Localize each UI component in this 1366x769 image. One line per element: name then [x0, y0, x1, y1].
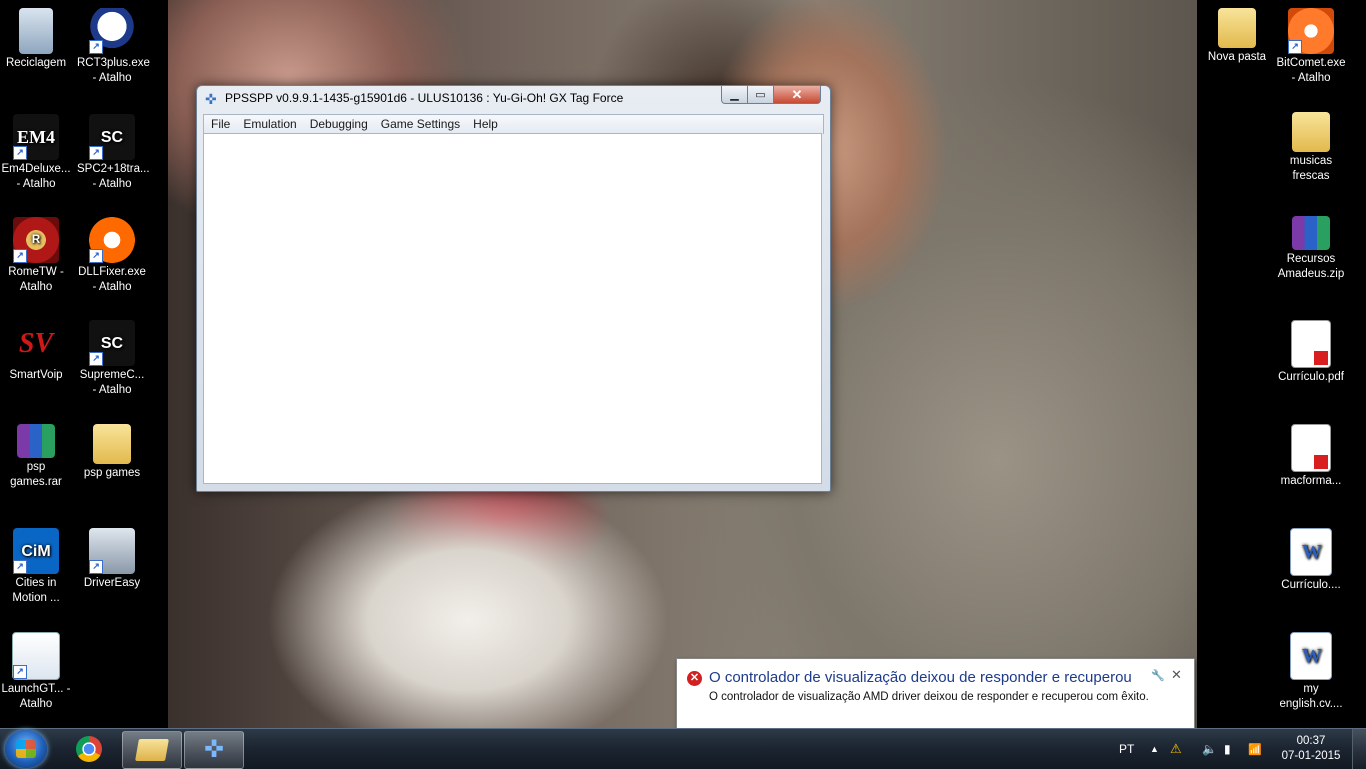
window-title: PPSSPP v0.9.9.1-1435-g15901d6 - ULUS1013… — [225, 91, 624, 105]
clock[interactable]: 00:37 07-01-2015 — [1274, 734, 1348, 764]
shortcut-arrow-icon: ↗ — [13, 665, 27, 679]
desktop-icon-musicas-frescas[interactable]: musicas frescas — [1276, 112, 1346, 184]
windows-logo-icon — [16, 740, 36, 758]
sc2-icon: SC ↗ — [89, 320, 135, 366]
desktop-icon-reciclagem[interactable]: Reciclagem — [1, 8, 71, 71]
clock-time: 00:37 — [1296, 735, 1326, 747]
ppsspp-icon: ✜ — [205, 91, 217, 107]
show-hidden-icons-icon[interactable]: ▲ — [1150, 729, 1159, 769]
desktop-icon-rct3plus[interactable]: ↗ RCT3plus.exe - Atalho — [77, 8, 150, 86]
launcher-icon: ↗ — [12, 632, 60, 680]
ppsspp-icon: ✜ — [203, 736, 225, 763]
taskbar-chrome[interactable] — [60, 731, 118, 767]
desktop-icon-launchgt[interactable]: ↗ LaunchGT... - Atalho — [1, 632, 71, 712]
desktop-icon-macforma[interactable]: macforma... — [1276, 424, 1346, 489]
notification-message: O controlador de visualização AMD driver… — [709, 691, 1149, 703]
folder-icon — [1218, 8, 1256, 48]
word-doc-icon: W — [1290, 528, 1332, 576]
menu-bar: File Emulation Debugging Game Settings Help — [203, 114, 824, 134]
volume-icon[interactable]: 🔈 — [1202, 729, 1217, 769]
desktop-icon-dllfixer[interactable]: ↗ DLLFixer.exe - Atalho — [77, 217, 147, 295]
word-doc-icon: W — [1290, 632, 1332, 680]
taskbar-ppsspp[interactable]: ✜ — [184, 731, 244, 769]
chrome-icon — [76, 736, 102, 762]
recycle-bin-icon — [19, 8, 53, 54]
desktop-icon-cities-in-motion[interactable]: CiM ↗ Cities in Motion ... — [1, 528, 71, 606]
shortcut-arrow-icon: ↗ — [13, 560, 27, 574]
menu-emulation[interactable]: Emulation — [236, 115, 302, 131]
power-icon[interactable]: ▮ — [1224, 729, 1231, 769]
warning-icon[interactable]: ⚠ — [1170, 729, 1182, 769]
shortcut-arrow-icon: ↗ — [89, 249, 103, 263]
folder-icon — [93, 424, 131, 464]
menu-debugging[interactable]: Debugging — [303, 115, 374, 131]
desktop-icon-rometw[interactable]: R ↗ RomeTW - Atalho — [1, 217, 71, 295]
em4-icon: EM4 ↗ — [13, 114, 59, 160]
emulator-display[interactable] — [203, 133, 822, 484]
folder-icon — [1292, 112, 1330, 152]
maximize-button[interactable]: ▭ — [747, 86, 774, 104]
clock-date: 07-01-2015 — [1281, 750, 1341, 762]
wrench-icon[interactable]: 🔧 — [1151, 669, 1165, 682]
start-button[interactable] — [5, 730, 47, 768]
show-desktop-button[interactable] — [1352, 729, 1366, 769]
drivereasy-icon: ↗ — [89, 528, 135, 574]
rome-icon: R ↗ — [13, 217, 59, 263]
cities-in-motion-icon: CiM ↗ — [13, 528, 59, 574]
winrar-icon — [17, 424, 55, 458]
taskbar: ✜ PT ▲ ⚠ 🔈 ▮ 📶 00:37 07-01-2015 — [0, 728, 1366, 769]
winrar-icon — [1292, 216, 1330, 250]
menu-game-settings[interactable]: Game Settings — [374, 115, 466, 131]
smartvoip-icon: SV — [18, 327, 54, 359]
panda-icon: ↗ — [89, 8, 135, 54]
shortcut-arrow-icon: ↗ — [13, 249, 27, 263]
shortcut-arrow-icon: ↗ — [1288, 40, 1302, 54]
desktop-icon-psp-games[interactable]: psp games — [77, 424, 147, 481]
desktop-icon-nova-pasta[interactable]: Nova pasta — [1202, 8, 1272, 65]
pdf-icon — [1291, 424, 1331, 472]
shortcut-arrow-icon: ↗ — [89, 40, 103, 54]
minimize-icon: ▁ — [730, 89, 739, 101]
menu-file[interactable]: File — [204, 115, 236, 131]
desktop-icon-my-english-cv[interactable]: W my english.cv.... — [1276, 632, 1346, 712]
dllfixer-icon: ↗ — [89, 217, 135, 263]
shortcut-arrow-icon: ↗ — [13, 146, 27, 160]
desktop-icon-psp-games-rar[interactable]: psp games.rar — [1, 424, 71, 490]
notification-title: O controlador de visualização deixou de … — [709, 669, 1132, 686]
shortcut-arrow-icon: ↗ — [89, 352, 103, 366]
shortcut-arrow-icon: ↗ — [89, 146, 103, 160]
desktop-icon-drivereasy[interactable]: ↗ DriverEasy — [77, 528, 147, 591]
taskbar-explorer[interactable] — [122, 731, 182, 769]
shortcut-arrow-icon: ↗ — [89, 560, 103, 574]
desktop-icon-bitcomet[interactable]: ↗ BitComet.exe - Atalho — [1276, 8, 1346, 86]
desktop-icon-curriculo-doc[interactable]: W Currículo.... — [1276, 528, 1346, 593]
bitcomet-icon: ↗ — [1288, 8, 1334, 54]
desktop-icon-curriculo-pdf[interactable]: Currículo.pdf — [1276, 320, 1346, 385]
notification-balloon[interactable]: ✕ O controlador de visualização deixou d… — [676, 658, 1195, 729]
error-icon: ✕ — [687, 671, 702, 686]
ppsspp-window[interactable]: ✜ PPSSPP v0.9.9.1-1435-g15901d6 - ULUS10… — [196, 85, 831, 492]
notification-close-icon[interactable]: ✕ — [1171, 667, 1182, 683]
desktop-icon-spc2[interactable]: SC ↗ SPC2+18tra... - Atalho — [77, 114, 150, 192]
sc2-icon: SC ↗ — [89, 114, 135, 160]
desktop-icon-em4deluxe[interactable]: EM4 ↗ Em4Deluxe... - Atalho — [1, 114, 71, 192]
folder-icon — [135, 739, 169, 761]
pdf-icon — [1291, 320, 1331, 368]
close-icon: ✕ — [791, 86, 803, 102]
network-icon[interactable]: 📶 — [1248, 729, 1262, 769]
desktop-icon-recursos-amadeus[interactable]: Recursos Amadeus.zip — [1276, 216, 1346, 282]
desktop-icon-supremec[interactable]: SC ↗ SupremeC... - Atalho — [77, 320, 147, 398]
maximize-icon: ▭ — [755, 89, 766, 101]
close-button[interactable]: ✕ — [773, 86, 821, 104]
desktop-icon-smartvoip[interactable]: SV SmartVoip — [1, 320, 71, 383]
language-indicator[interactable]: PT — [1119, 729, 1134, 769]
menu-help[interactable]: Help — [466, 115, 504, 131]
minimize-button[interactable]: ▁ — [721, 86, 748, 104]
